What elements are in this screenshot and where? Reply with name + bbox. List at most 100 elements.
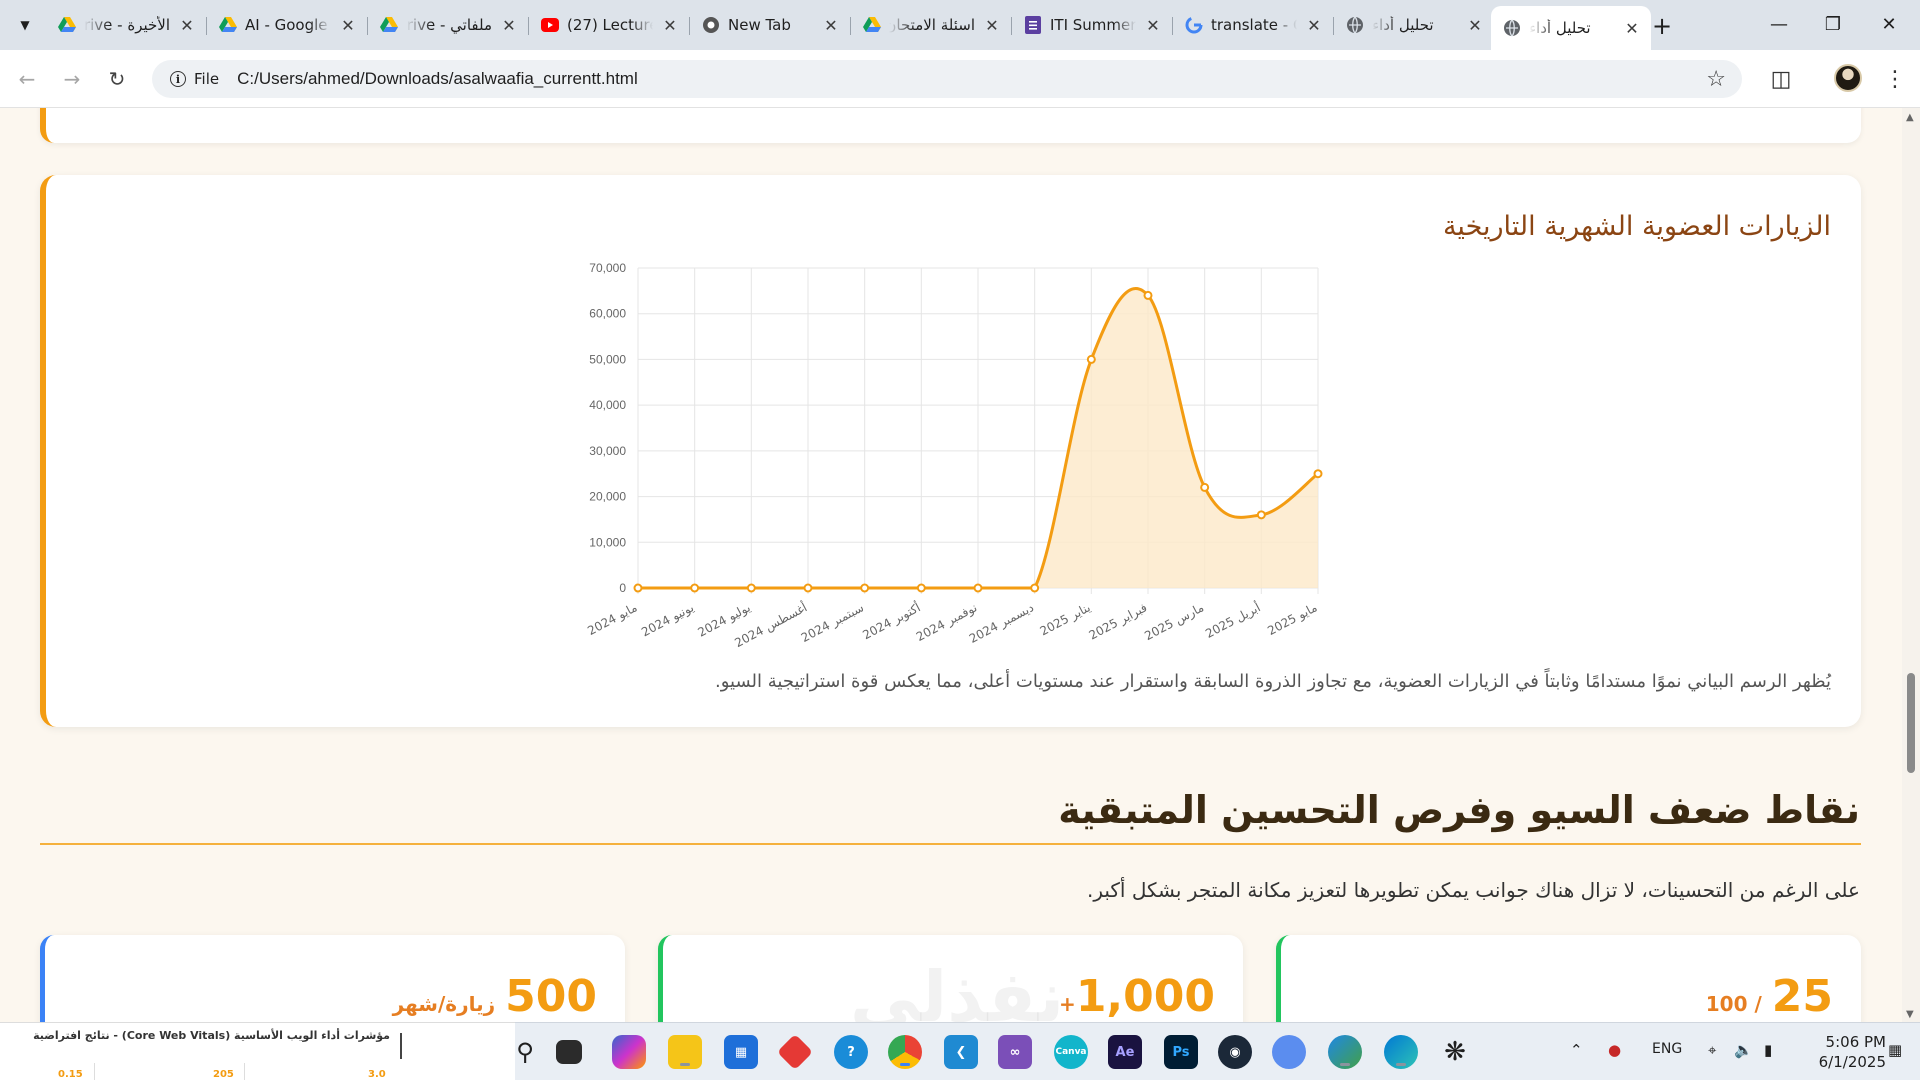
minimize-icon[interactable]: — bbox=[1756, 8, 1802, 40]
browser-tab[interactable]: translate - Google ✕ bbox=[1173, 8, 1334, 42]
y-tick-label: 60,000 bbox=[589, 307, 626, 321]
tab-title: translate - Google bbox=[1211, 16, 1297, 34]
app-diamond-icon[interactable] bbox=[776, 1033, 814, 1071]
canva-icon[interactable]: Canva bbox=[1054, 1035, 1088, 1069]
clock-time: 5:06 PM bbox=[1825, 1033, 1886, 1051]
browser-tab[interactable]: ملفاتي - Drive ✕ bbox=[368, 8, 529, 42]
section-divider bbox=[40, 843, 1861, 845]
x-tick-label: يونيو 2024 bbox=[639, 600, 696, 640]
tab-close-icon[interactable]: ✕ bbox=[500, 16, 518, 35]
forms-icon bbox=[1024, 16, 1042, 34]
scroll-thumb[interactable] bbox=[1907, 673, 1915, 773]
browser-tab[interactable]: ITI Summer ✕ bbox=[1012, 8, 1173, 42]
google-drive-icon bbox=[219, 16, 237, 34]
tab-close-icon[interactable]: ✕ bbox=[339, 16, 357, 35]
reload-icon[interactable]: ↻ bbox=[100, 62, 134, 96]
x-tick-label: يناير 2025 bbox=[1038, 600, 1094, 639]
y-tick-label: 50,000 bbox=[589, 352, 626, 366]
menu-kebab-icon[interactable]: ⋮ bbox=[1880, 64, 1910, 94]
section-intro: على الرغم من التحسينات، لا تزال هناك جوا… bbox=[1086, 878, 1860, 902]
task-view-icon[interactable] bbox=[556, 1040, 582, 1064]
file-explorer-icon[interactable] bbox=[668, 1035, 702, 1069]
browser-tab[interactable]: New Tab ✕ bbox=[690, 8, 851, 42]
browser-tab[interactable]: الأخيرة - Drive ✕ bbox=[46, 8, 207, 42]
tab-close-icon[interactable]: ✕ bbox=[178, 16, 196, 35]
browser-tab[interactable]: AI - Google Drive ✕ bbox=[207, 8, 368, 42]
data-point bbox=[690, 583, 700, 593]
address-bar[interactable]: i File C:/Users/ahmed/Downloads/asalwaaf… bbox=[152, 60, 1742, 98]
y-tick-label: 40,000 bbox=[589, 398, 626, 412]
show-hidden-icons-icon[interactable]: ⌃ bbox=[1570, 1041, 1583, 1059]
url-text[interactable]: C:/Users/ahmed/Downloads/asalwaafia_curr… bbox=[237, 69, 638, 89]
close-window-icon[interactable]: ✕ bbox=[1866, 8, 1912, 40]
x-tick-label: مايو 2025 bbox=[1265, 600, 1320, 639]
tab-close-icon[interactable]: ✕ bbox=[1623, 19, 1641, 38]
tab-title: ملفاتي - Drive bbox=[406, 16, 492, 34]
page-scrollbar[interactable]: ▲ ▼ bbox=[1902, 108, 1920, 1022]
browser-tab[interactable]: تحليل أداء ✕ bbox=[1334, 8, 1495, 42]
browser-tab[interactable]: (27) Lecture ✕ bbox=[529, 8, 690, 42]
bookmark-star-icon[interactable]: ☆ bbox=[1706, 67, 1726, 92]
copilot-icon[interactable] bbox=[612, 1035, 646, 1069]
store-icon[interactable]: ▦ bbox=[724, 1035, 758, 1069]
tab-search-chevron-icon[interactable]: ▼ bbox=[10, 10, 40, 40]
edge-dev-icon[interactable] bbox=[1328, 1035, 1362, 1069]
notifications-icon[interactable]: ▦ bbox=[1888, 1041, 1902, 1059]
browser-tab-strip: ▼ الأخيرة - Drive✕AI - Google Drive✕ملفا… bbox=[0, 0, 1920, 50]
edge-icon[interactable] bbox=[1384, 1035, 1418, 1069]
preview-title: مؤشرات أداء الويب الأساسية (Core Web Vit… bbox=[33, 1029, 390, 1042]
watermark-logo: نفذلي bbox=[850, 956, 1065, 1022]
clock[interactable]: 5:06 PM 6/1/2025 bbox=[1806, 1032, 1886, 1072]
tab-close-icon[interactable]: ✕ bbox=[983, 16, 1001, 35]
tab-close-icon[interactable]: ✕ bbox=[1466, 16, 1484, 35]
scroll-down-icon[interactable]: ▼ bbox=[1906, 1009, 1914, 1020]
tab-close-icon[interactable]: ✕ bbox=[1144, 16, 1162, 35]
globe-icon bbox=[1503, 19, 1521, 37]
scroll-up-icon[interactable]: ▲ bbox=[1906, 112, 1914, 123]
steam-icon[interactable]: ◉ bbox=[1218, 1035, 1252, 1069]
volume-icon[interactable]: 🔈 bbox=[1734, 1041, 1753, 1059]
info-icon: i bbox=[170, 71, 186, 87]
chatgpt-icon[interactable]: ❋ bbox=[1438, 1035, 1472, 1069]
taskbar-window-preview[interactable]: مؤشرات أداء الويب الأساسية (Core Web Vit… bbox=[0, 1022, 515, 1080]
tab-close-icon[interactable]: ✕ bbox=[1305, 16, 1323, 35]
tab-title: AI - Google Drive bbox=[245, 16, 331, 34]
back-arrow-icon[interactable]: ← bbox=[10, 62, 44, 96]
google-drive-icon bbox=[380, 16, 398, 34]
tab-title: تحليل أداء bbox=[1372, 16, 1434, 34]
data-point bbox=[860, 583, 870, 593]
new-tab-button[interactable]: + bbox=[1648, 12, 1676, 40]
kpi-value: 1,000+ bbox=[1059, 971, 1215, 1022]
forward-arrow-icon[interactable]: → bbox=[55, 62, 89, 96]
network-status-icon[interactable]: ● bbox=[1608, 1041, 1621, 1059]
battery-icon[interactable]: ▮ bbox=[1764, 1041, 1772, 1059]
data-point bbox=[803, 583, 813, 593]
google-drive-icon bbox=[58, 16, 76, 34]
profile-avatar[interactable] bbox=[1834, 64, 1862, 92]
visual-studio-icon[interactable]: ∞ bbox=[998, 1035, 1032, 1069]
kpi-card-visits: 500زيارة/شهر bbox=[40, 935, 625, 1022]
y-tick-label: 20,000 bbox=[589, 490, 626, 504]
browser-toolbar: ← → ↻ i File C:/Users/ahmed/Downloads/as… bbox=[0, 50, 1920, 108]
wifi-icon[interactable]: ⌖ bbox=[1708, 1041, 1716, 1059]
photoshop-icon[interactable]: Ps bbox=[1164, 1035, 1198, 1069]
browser-tab[interactable]: تحليل أداء ✕ bbox=[1491, 6, 1651, 50]
x-tick-label: أبريل 2025 bbox=[1203, 599, 1264, 641]
tab-title: (27) Lecture bbox=[567, 16, 653, 34]
extensions-icon[interactable]: ◫ bbox=[1766, 64, 1796, 94]
help-icon[interactable]: ? bbox=[834, 1035, 868, 1069]
tab-close-icon[interactable]: ✕ bbox=[661, 16, 679, 35]
tab-close-icon[interactable]: ✕ bbox=[822, 16, 840, 35]
chrome-icon[interactable] bbox=[888, 1035, 922, 1069]
browser-tab[interactable]: اسئلة الامتحان ✕ bbox=[851, 8, 1012, 42]
language-indicator[interactable]: ENG bbox=[1652, 1041, 1682, 1057]
restore-icon[interactable]: ❐ bbox=[1810, 8, 1856, 40]
kpi-unit: زيارة/شهر bbox=[392, 992, 496, 1016]
x-tick-label: مارس 2025 bbox=[1142, 600, 1206, 644]
vscode-icon[interactable]: ❮ bbox=[944, 1035, 978, 1069]
app-globe-icon[interactable] bbox=[1272, 1035, 1306, 1069]
after-effects-icon[interactable]: Ae bbox=[1108, 1035, 1142, 1069]
site-info-chip[interactable]: i File bbox=[162, 65, 227, 93]
globe-icon bbox=[1346, 16, 1364, 34]
kpi-value: 500زيارة/شهر bbox=[392, 971, 597, 1022]
